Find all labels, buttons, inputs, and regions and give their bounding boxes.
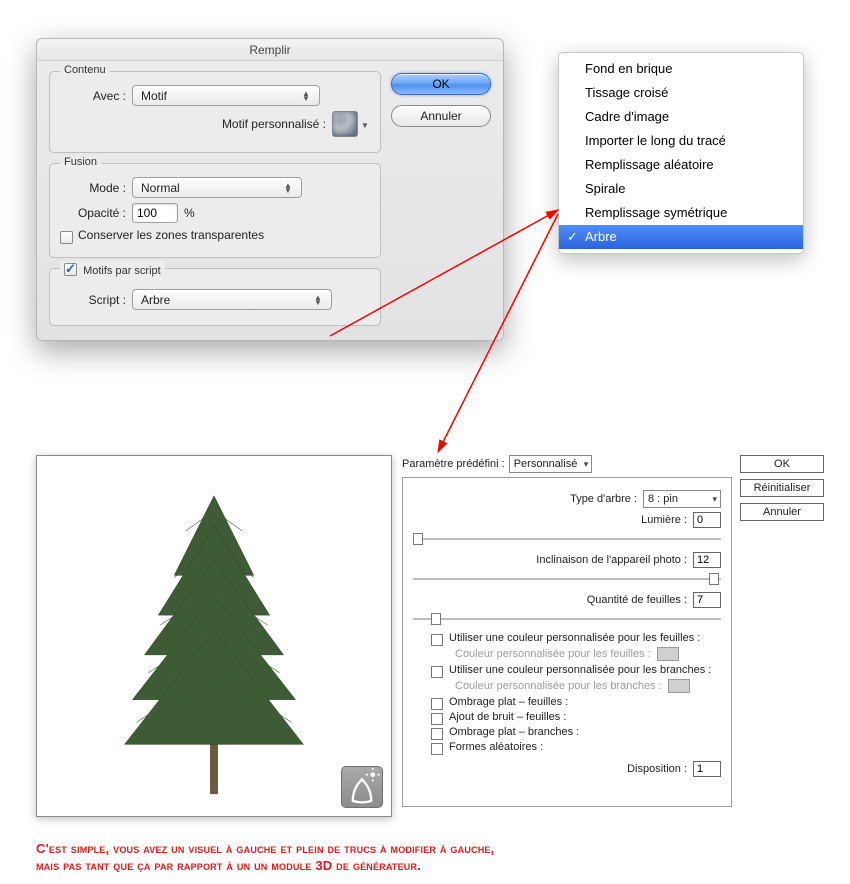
preset-label: Paramètre prédéfini :	[402, 458, 505, 470]
tree-ok-button[interactable]: OK	[740, 455, 824, 473]
script-popup-menu[interactable]: Fond en brique Tissage croisé Cadre d'im…	[558, 52, 804, 254]
menu-item[interactable]: Remplissage symétrique	[559, 201, 803, 225]
feuilles-slider[interactable]	[413, 612, 721, 626]
fieldset-scripts: Motifs par script Script : Arbre	[49, 268, 381, 326]
check-branch-color[interactable]	[431, 666, 443, 678]
preset-value: Personnalisé	[514, 458, 578, 470]
preset-select[interactable]: Personnalisé	[509, 455, 593, 473]
label-leaf-color: Utiliser une couleur personnalisée pour …	[449, 632, 700, 644]
label-branch-color-swatch: Couleur personnalisée pour les branches …	[455, 680, 662, 692]
tree-preview	[36, 455, 392, 817]
leaf-color-swatch[interactable]	[657, 647, 679, 661]
caption-line2: mais pas tant que ça par rapport à un un…	[36, 858, 421, 873]
lumiere-slider[interactable]	[413, 532, 721, 546]
label-script: Script :	[60, 293, 132, 307]
opacite-unit: %	[184, 206, 195, 220]
select-script-value: Arbre	[141, 293, 170, 307]
branch-color-swatch[interactable]	[668, 679, 690, 693]
label-motif-personnalise: Motif personnalisé :	[222, 117, 326, 131]
label-bruit-feuilles: Ajout de bruit – feuilles :	[449, 711, 566, 723]
disposition-label: Disposition :	[627, 763, 687, 775]
tree-reset-button[interactable]: Réinitialiser	[740, 479, 824, 497]
menu-item[interactable]: Cadre d'image	[559, 105, 803, 129]
lumiere-input[interactable]	[693, 512, 721, 528]
check-scripts[interactable]	[64, 263, 77, 276]
check-conserver[interactable]	[60, 231, 73, 244]
input-opacite[interactable]	[132, 203, 178, 223]
inclinaison-label: Inclinaison de l'appareil photo :	[536, 554, 687, 566]
feuilles-label: Quantité de feuilles :	[587, 594, 687, 606]
select-mode-value: Normal	[141, 181, 180, 195]
pattern-dropdown-icon[interactable]: ▼	[360, 117, 370, 131]
tree-dialog-buttons: OK Réinitialiser Annuler	[740, 455, 826, 527]
menu-item[interactable]: Remplissage aléatoire	[559, 153, 803, 177]
legend-fusion: Fusion	[60, 156, 101, 168]
fieldset-contenu: Contenu Avec : Motif Motif personnalisé …	[49, 71, 381, 153]
label-avec: Avec :	[60, 89, 132, 103]
label-ombrage-branches: Ombrage plat – branches :	[449, 726, 579, 738]
type-label: Type d'arbre :	[570, 493, 637, 505]
tree-dialog: Paramètre prédéfini : Personnalisé Type …	[36, 455, 826, 817]
light-button[interactable]	[341, 766, 383, 808]
type-select[interactable]: 8 : pin	[643, 490, 721, 508]
ok-button[interactable]: OK	[391, 73, 491, 95]
inclinaison-slider[interactable]	[413, 572, 721, 586]
lumiere-label: Lumière :	[641, 514, 687, 526]
menu-item[interactable]: Spirale	[559, 177, 803, 201]
check-formes[interactable]	[431, 743, 443, 755]
fill-dialog: Remplir Contenu Avec : Motif Motif perso…	[36, 38, 504, 341]
legend-scripts: Motifs par script	[60, 261, 165, 277]
select-mode[interactable]: Normal	[132, 177, 302, 198]
legend-contenu: Contenu	[60, 64, 110, 76]
select-avec[interactable]: Motif	[132, 85, 320, 106]
label-formes: Formes aléatoires :	[449, 741, 543, 753]
label-mode: Mode :	[60, 181, 132, 195]
menu-item[interactable]: Tissage croisé	[559, 81, 803, 105]
inclinaison-input[interactable]	[693, 552, 721, 568]
spotlight-icon	[342, 767, 382, 807]
tree-annuler-button[interactable]: Annuler	[740, 503, 824, 521]
caption-text: C'est simple, vous avez un visuel à gauc…	[36, 840, 826, 874]
fieldset-fusion: Fusion Mode : Normal Opacité : % Conserv…	[49, 163, 381, 258]
check-leaf-color[interactable]	[431, 634, 443, 646]
label-conserver: Conserver les zones transparentes	[78, 228, 264, 242]
annuler-button[interactable]: Annuler	[391, 105, 491, 127]
label-branch-color: Utiliser une couleur personnalisée pour …	[449, 664, 711, 676]
check-bruit-feuilles[interactable]	[431, 713, 443, 725]
dialog-title: Remplir	[37, 39, 503, 61]
feuilles-input[interactable]	[693, 592, 721, 608]
label-leaf-color-swatch: Couleur personnalisée pour les feuilles …	[455, 648, 651, 660]
menu-item-selected[interactable]: Arbre	[559, 225, 803, 249]
pattern-swatch[interactable]	[332, 111, 358, 137]
disposition-input[interactable]	[693, 761, 721, 777]
label-ombrage-feuilles: Ombrage plat – feuilles :	[449, 696, 568, 708]
select-avec-value: Motif	[141, 89, 167, 103]
select-script[interactable]: Arbre	[132, 289, 332, 310]
check-ombrage-branches[interactable]	[431, 728, 443, 740]
check-ombrage-feuilles[interactable]	[431, 698, 443, 710]
menu-item[interactable]: Fond en brique	[559, 57, 803, 81]
menu-item[interactable]: Importer le long du tracé	[559, 129, 803, 153]
tree-settings-panel: Paramètre prédéfini : Personnalisé Type …	[402, 455, 732, 807]
label-opacite: Opacité :	[60, 206, 132, 220]
caption-line1: C'est simple, vous avez un visuel à gauc…	[36, 841, 494, 856]
type-value: 8 : pin	[648, 493, 678, 505]
legend-scripts-text: Motifs par script	[83, 265, 161, 277]
